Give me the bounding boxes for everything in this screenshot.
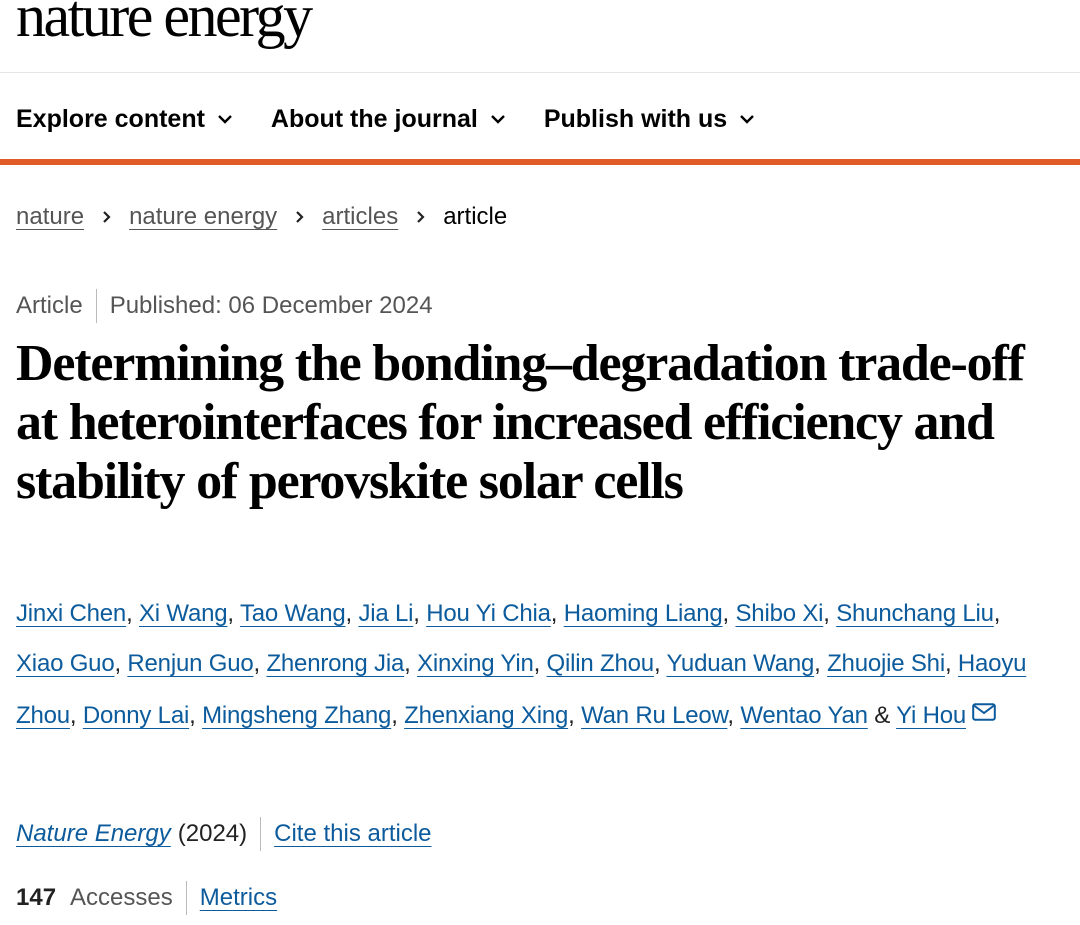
metrics-line: 147 Accesses Metrics [16,880,277,916]
accesses-label: Accesses [70,884,173,911]
author-separator: , [722,600,736,627]
author-link[interactable]: Jinxi Chen [16,600,126,627]
author-link[interactable]: Donny Lai [83,702,189,729]
breadcrumb-articles[interactable]: articles [322,203,398,231]
breadcrumb: nature nature energy articles article [16,200,507,234]
chevron-right-icon [102,210,111,224]
author-separator: , [69,702,83,729]
nav-item-label: About the journal [270,104,478,133]
author-separator: , [345,600,359,627]
chevron-down-icon [490,114,506,124]
author-link[interactable]: Yuduan Wang [666,650,814,677]
cite-this-article-link[interactable]: Cite this article [274,820,431,848]
author-separator: , [727,702,741,729]
author-list: Jinxi Chen, Xi Wang, Tao Wang, Jia Li, H… [16,589,1036,741]
author-link[interactable]: Wentao Yan [740,702,868,729]
chevron-down-icon [739,114,755,124]
author-link[interactable]: Shunchang Liu [836,600,994,627]
metrics-link[interactable]: Metrics [200,884,277,912]
article-title: Determining the bonding–degradation trad… [16,335,1025,510]
nav-publish-with-us[interactable]: Publish with us [544,105,755,134]
publication-year: (2024) [177,820,248,847]
author-link[interactable]: Jia Li [358,600,413,627]
author-separator: , [653,650,667,677]
nav-explore-content[interactable]: Explore content [16,105,233,134]
author-link[interactable]: Xiao Guo [16,650,115,677]
author-link[interactable]: Xi Wang [139,600,228,627]
breadcrumb-nature-energy[interactable]: nature energy [129,203,277,231]
author-link[interactable]: Shibo Xi [735,600,823,627]
author-link[interactable]: Zhuojie Shi [827,650,945,677]
author-separator: , [550,600,564,627]
author-link[interactable]: Xinxing Yin [417,650,534,677]
author-separator: , [944,650,958,677]
author-separator: , [114,650,128,677]
nav-about-the-journal[interactable]: About the journal [271,105,506,134]
chevron-right-icon [295,210,304,224]
author-separator: , [823,600,837,627]
author-link[interactable]: Hou Yi Chia [426,600,551,627]
header-divider [0,72,1080,73]
breadcrumb-current: article [443,203,508,230]
author-link[interactable]: Yi Hou [896,702,966,729]
author-separator: , [126,600,139,627]
author-last-separator: & [867,702,897,729]
nav-item-label: Publish with us [543,104,728,133]
author-separator: , [568,702,582,729]
mail-icon[interactable] [972,689,996,739]
breadcrumb-nature[interactable]: nature [16,203,84,231]
author-link[interactable]: Renjun Guo [127,650,253,677]
article-type: Article [16,292,83,319]
journal-name-link[interactable]: Nature Energy [16,820,171,848]
author-separator: , [993,600,1001,627]
author-link[interactable]: Wan Ru Leow [581,702,728,729]
chevron-down-icon [217,114,233,124]
article-meta: Article Published: 06 December 2024 [16,288,433,324]
author-link[interactable]: Tao Wang [240,600,346,627]
author-link[interactable]: Zhenrong Jia [266,650,404,677]
author-separator: , [227,600,240,627]
citation-divider [260,817,262,851]
author-link[interactable]: Zhenxiang Xing [404,702,568,729]
accesses-count: 147 [16,884,57,911]
metrics-divider [185,881,187,915]
author-link[interactable]: Haoming Liang [564,600,723,627]
author-separator: , [391,702,405,729]
nav-item-label: Explore content [16,104,205,133]
author-separator: , [533,650,547,677]
author-link[interactable]: Qilin Zhou [547,650,655,677]
meta-divider [95,289,97,323]
author-separator: , [189,702,203,729]
accent-bar [0,159,1080,165]
author-separator: , [814,650,828,677]
author-link[interactable]: Mingsheng Zhang [202,702,391,729]
journal-logo[interactable]: nature energy [16,0,313,46]
published-date: Published: 06 December 2024 [109,292,433,319]
author-separator: , [404,650,418,677]
main-nav: Explore content About the journal Publis… [16,102,793,136]
author-separator: , [413,600,427,627]
citation-line: Nature Energy (2024) Cite this article [16,816,432,852]
chevron-right-icon [416,210,425,224]
author-separator: , [253,650,267,677]
